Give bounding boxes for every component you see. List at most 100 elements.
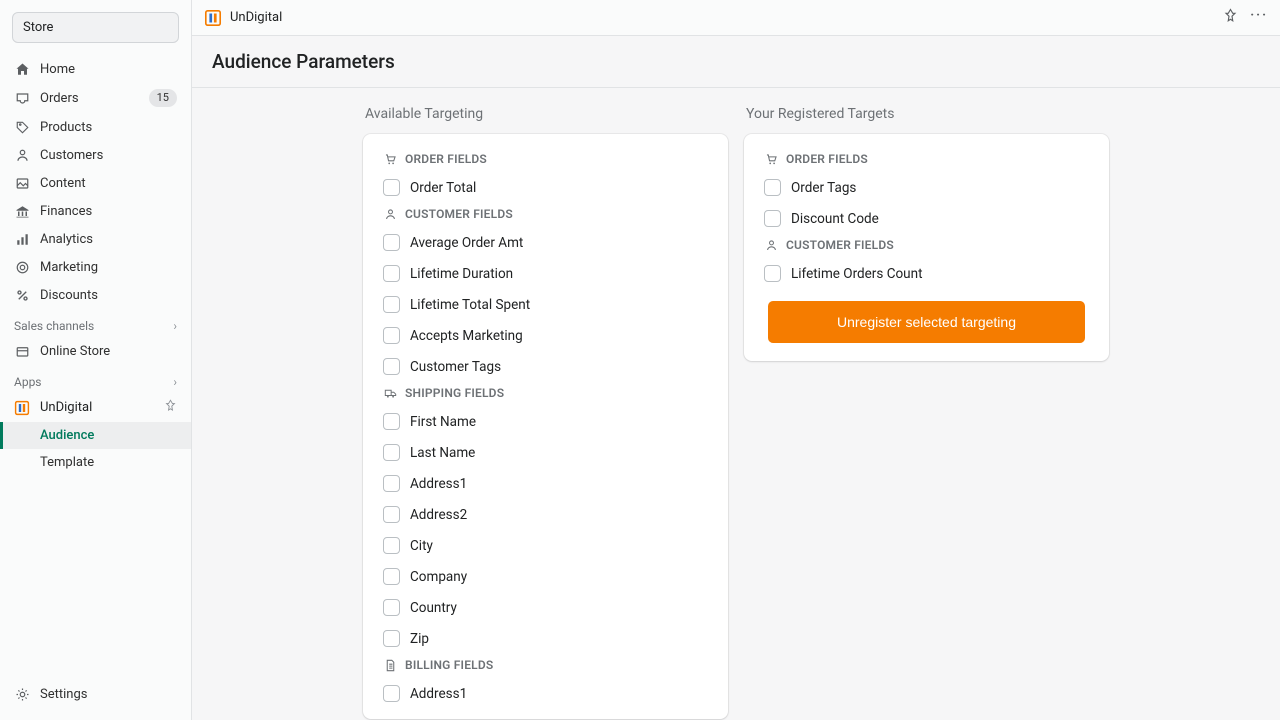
check-row[interactable]: Zip: [379, 623, 712, 654]
check-row[interactable]: Order Tags: [760, 172, 1093, 203]
field-label: Address2: [410, 507, 467, 523]
checkbox[interactable]: [383, 568, 400, 585]
check-row[interactable]: Country: [379, 592, 712, 623]
page-title: Audience Parameters: [212, 50, 1260, 73]
group-header-order: ORDER FIELDS: [379, 148, 712, 172]
field-label: Lifetime Orders Count: [791, 266, 923, 282]
field-label: Average Order Amt: [410, 235, 523, 251]
checkbox[interactable]: [764, 210, 781, 227]
unregister-button[interactable]: Unregister selected targeting: [768, 301, 1085, 343]
check-row[interactable]: Lifetime Duration: [379, 258, 712, 289]
cart-icon: [764, 152, 778, 166]
checkbox[interactable]: [383, 599, 400, 616]
checkbox[interactable]: [764, 265, 781, 282]
topbar: UnDigital ···: [192, 0, 1280, 36]
undigital-app-icon: [204, 9, 222, 27]
field-label: Lifetime Total Spent: [410, 297, 530, 313]
available-card: ORDER FIELDS Order Total CUSTOMER FIELDS…: [363, 134, 728, 719]
check-row[interactable]: Address1: [379, 468, 712, 499]
checkbox[interactable]: [383, 444, 400, 461]
nav-home[interactable]: Home: [0, 55, 191, 83]
check-row[interactable]: Company: [379, 561, 712, 592]
app-label: UnDigital: [40, 400, 92, 415]
group-label: ORDER FIELDS: [786, 152, 868, 166]
truck-icon: [383, 386, 397, 400]
checkbox[interactable]: [383, 506, 400, 523]
check-row[interactable]: Order Total: [379, 172, 712, 203]
checkbox[interactable]: [383, 327, 400, 344]
app-undigital[interactable]: UnDigital: [0, 393, 191, 422]
field-label: Address1: [410, 476, 467, 492]
check-row[interactable]: Address2: [379, 499, 712, 530]
check-row[interactable]: Discount Code: [760, 203, 1093, 234]
field-label: Country: [410, 600, 457, 616]
check-row[interactable]: Address1: [379, 678, 712, 709]
image-icon: [14, 175, 30, 191]
field-label: Accepts Marketing: [410, 328, 523, 344]
registered-column: Your Registered Targets ORDER FIELDS Ord…: [744, 106, 1109, 719]
field-label: Address1: [410, 686, 467, 702]
store-icon: [14, 343, 30, 359]
check-row[interactable]: Average Order Amt: [379, 227, 712, 258]
check-row[interactable]: Customer Tags: [379, 351, 712, 382]
checkbox[interactable]: [383, 296, 400, 313]
nav-settings[interactable]: Settings: [0, 680, 191, 708]
nav-label: Customers: [40, 148, 177, 163]
nav-discounts[interactable]: Discounts: [0, 281, 191, 309]
inbox-icon: [14, 90, 30, 106]
nav-products[interactable]: Products: [0, 113, 191, 141]
undigital-app-icon: [14, 400, 30, 416]
field-label: First Name: [410, 414, 476, 430]
section-label: Sales channels: [14, 319, 94, 333]
nav-analytics[interactable]: Analytics: [0, 225, 191, 253]
user-icon: [383, 207, 397, 221]
check-row[interactable]: Lifetime Orders Count: [760, 258, 1093, 289]
nav-finances[interactable]: Finances: [0, 197, 191, 225]
sidebar: Store Home Orders 15 Products Customers …: [0, 0, 192, 720]
channel-online-store[interactable]: Online Store: [0, 337, 191, 365]
checkbox[interactable]: [383, 265, 400, 282]
checkbox[interactable]: [383, 413, 400, 430]
app-sub-audience[interactable]: Audience: [0, 422, 191, 449]
nav-label: Marketing: [40, 260, 177, 275]
tag-icon: [14, 119, 30, 135]
app-brand: UnDigital: [204, 9, 282, 27]
field-label: Last Name: [410, 445, 475, 461]
check-row[interactable]: First Name: [379, 406, 712, 437]
checkbox[interactable]: [764, 179, 781, 196]
checkbox[interactable]: [383, 358, 400, 375]
pin-icon[interactable]: [164, 399, 177, 416]
field-label: Zip: [410, 631, 429, 647]
section-sales-channels[interactable]: Sales channels ›: [0, 309, 191, 337]
section-apps[interactable]: Apps ›: [0, 365, 191, 393]
check-row[interactable]: City: [379, 530, 712, 561]
checkbox[interactable]: [383, 234, 400, 251]
nav-content[interactable]: Content: [0, 169, 191, 197]
nav-marketing[interactable]: Marketing: [0, 253, 191, 281]
field-label: Order Tags: [791, 180, 856, 196]
store-selector[interactable]: Store: [12, 12, 179, 43]
group-label: CUSTOMER FIELDS: [786, 238, 894, 252]
app-sub-template[interactable]: Template: [0, 449, 191, 476]
group-label: BILLING FIELDS: [405, 658, 493, 672]
more-icon[interactable]: ···: [1250, 8, 1268, 27]
checkbox[interactable]: [383, 630, 400, 647]
pin-icon[interactable]: [1223, 8, 1238, 27]
check-row[interactable]: Lifetime Total Spent: [379, 289, 712, 320]
group-label: SHIPPING FIELDS: [405, 386, 504, 400]
nav-label: Products: [40, 120, 177, 135]
nav-orders[interactable]: Orders 15: [0, 83, 191, 113]
checkbox[interactable]: [383, 475, 400, 492]
checkbox[interactable]: [383, 685, 400, 702]
checkbox[interactable]: [383, 537, 400, 554]
nav-customers[interactable]: Customers: [0, 141, 191, 169]
available-column: Available Targeting ORDER FIELDS Order T…: [363, 106, 728, 719]
check-row[interactable]: Accepts Marketing: [379, 320, 712, 351]
column-title: Your Registered Targets: [744, 106, 1109, 122]
nav-label: Home: [40, 62, 177, 77]
chevron-right-icon: ›: [173, 319, 177, 333]
checkbox[interactable]: [383, 179, 400, 196]
home-icon: [14, 61, 30, 77]
check-row[interactable]: Last Name: [379, 437, 712, 468]
group-header-customer: CUSTOMER FIELDS: [760, 234, 1093, 258]
